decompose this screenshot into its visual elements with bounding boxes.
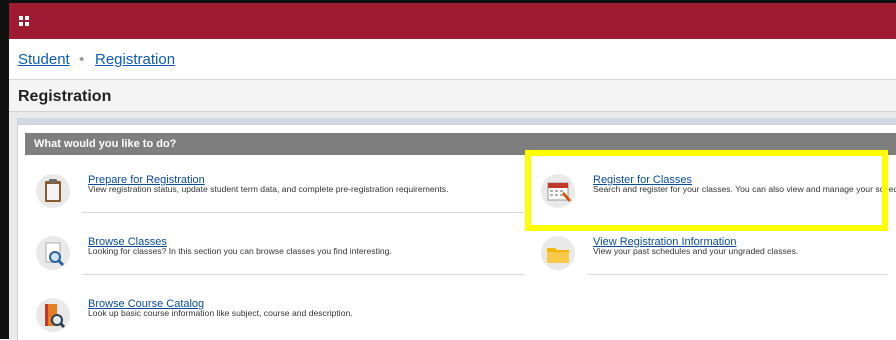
breadcrumb-separator: • — [79, 51, 85, 68]
breadcrumb: Student • Registration — [9, 39, 896, 80]
option-browse-classes[interactable]: Browse Classes Looking for classes? In t… — [36, 236, 524, 278]
panel-header-text: What would you like to do? — [34, 138, 177, 150]
browse-classes-description: Looking for classes? In this section you… — [88, 246, 392, 256]
breadcrumb-registration-link[interactable]: Registration — [95, 51, 175, 68]
folder-icon — [541, 236, 575, 270]
window-frame-left — [0, 0, 9, 339]
annotation-highlight-box — [525, 150, 888, 231]
view-registration-information-description: View your past schedules and your ungrad… — [593, 246, 799, 256]
option-view-registration-information[interactable]: View Registration Information View your … — [541, 236, 887, 278]
option-browse-course-catalog[interactable]: Browse Course Catalog Look up basic cour… — [36, 298, 516, 338]
top-navigation-bar — [9, 3, 896, 39]
page-title-bar: Registration — [9, 80, 896, 112]
prepare-for-registration-description: View registration status, update student… — [88, 184, 449, 194]
item-divider — [587, 274, 887, 275]
browse-course-catalog-description: Look up basic course information like su… — [88, 308, 353, 318]
search-document-icon — [36, 236, 70, 270]
breadcrumb-student-link[interactable]: Student — [18, 51, 70, 68]
option-prepare-for-registration[interactable]: Prepare for Registration View registrati… — [36, 174, 524, 216]
item-divider — [82, 274, 524, 275]
app-grid-icon[interactable] — [19, 16, 29, 26]
page-title: Registration — [18, 88, 112, 105]
item-divider — [82, 212, 524, 213]
clipboard-icon — [36, 174, 70, 208]
book-search-icon — [36, 298, 70, 332]
